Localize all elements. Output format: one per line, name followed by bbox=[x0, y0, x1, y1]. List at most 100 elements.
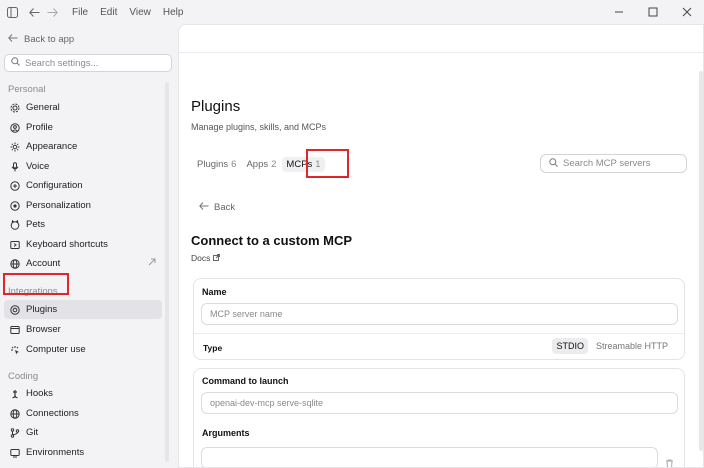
page-subtitle: Manage plugins, skills, and MCPs bbox=[191, 122, 327, 132]
external-link-icon bbox=[148, 258, 156, 269]
gear-icon bbox=[9, 102, 21, 114]
browser-icon bbox=[9, 324, 21, 336]
sidebar-item-label: Personalization bbox=[26, 200, 91, 211]
tab-apps[interactable]: Apps 2 bbox=[246, 159, 276, 170]
globe-icon bbox=[9, 258, 21, 270]
profile-icon bbox=[9, 122, 21, 134]
hook-icon bbox=[9, 388, 21, 400]
panel-header-strip bbox=[179, 25, 703, 53]
sidebar-item-personalization[interactable]: Personalization bbox=[4, 196, 162, 215]
sidebar-item-label: Plugins bbox=[26, 304, 58, 315]
sidebar-scrollbar[interactable] bbox=[165, 82, 169, 462]
sidebar-item-label: Browser bbox=[26, 324, 61, 335]
arrow-left-icon bbox=[199, 202, 209, 213]
sidebar-item-configuration[interactable]: Configuration bbox=[4, 176, 162, 195]
sidebar-item-plugins[interactable]: Plugins bbox=[4, 300, 162, 319]
argument-input[interactable] bbox=[210, 453, 657, 463]
keyboard-icon bbox=[9, 239, 21, 251]
settings-search-input[interactable] bbox=[25, 57, 165, 69]
sidebar-toggle-icon[interactable] bbox=[4, 4, 20, 20]
tab-label: Apps bbox=[246, 159, 269, 170]
sidebar-item-account[interactable]: Account bbox=[4, 254, 162, 273]
menu-view[interactable]: View bbox=[129, 7, 151, 18]
mcp-search bbox=[540, 154, 687, 173]
sidebar-item-connections[interactable]: Connections bbox=[4, 404, 162, 423]
tab-label: Plugins bbox=[197, 159, 229, 170]
plugins-panel: Plugins Manage plugins, skills, and MCPs… bbox=[178, 24, 704, 468]
tab-count: 6 bbox=[231, 159, 237, 170]
sidebar-item-label: Configuration bbox=[26, 180, 83, 191]
sidebar-item-label: Profile bbox=[26, 122, 53, 133]
monitor-icon bbox=[9, 447, 21, 459]
search-icon bbox=[11, 57, 20, 69]
argument-field bbox=[201, 447, 658, 467]
type-option-streamable-http[interactable]: Streamable HTTP bbox=[592, 338, 672, 354]
git-branch-icon bbox=[9, 427, 21, 439]
command-label: Command to launch bbox=[202, 376, 289, 386]
search-icon bbox=[549, 157, 558, 170]
sidebar-item-label: Account bbox=[26, 258, 61, 269]
launch-config-card: Command to launch Arguments bbox=[193, 368, 685, 467]
sidebar-item-general[interactable]: General bbox=[4, 98, 162, 117]
tab-plugins[interactable]: Plugins 6 bbox=[197, 159, 236, 170]
highlight-box-mcps bbox=[306, 149, 349, 178]
server-basics-card: Name Type STDIO Streamable HTTP bbox=[193, 278, 685, 360]
back-label: Back bbox=[214, 202, 236, 213]
sidebar-item-profile[interactable]: Profile bbox=[4, 118, 162, 137]
name-field bbox=[201, 303, 678, 325]
name-label: Name bbox=[202, 287, 227, 297]
command-input[interactable] bbox=[210, 398, 677, 408]
highlight-box-plugins bbox=[3, 273, 69, 295]
menu-help[interactable]: Help bbox=[163, 7, 184, 18]
maximize-button[interactable] bbox=[636, 0, 670, 24]
back-to-app-link[interactable]: Back to app bbox=[8, 34, 74, 45]
tab-count: 2 bbox=[271, 159, 277, 170]
trash-icon[interactable] bbox=[665, 459, 674, 467]
sidebar-item-label: Environments bbox=[26, 447, 85, 458]
back-button[interactable]: Back bbox=[199, 202, 235, 213]
docs-label: Docs bbox=[191, 253, 211, 263]
back-to-app-label: Back to app bbox=[24, 34, 75, 45]
command-field bbox=[201, 392, 678, 414]
sidebar-item-label: Hooks bbox=[26, 388, 53, 399]
personalization-icon bbox=[9, 200, 21, 212]
sidebar-item-keyboard-shortcuts[interactable]: Keyboard shortcuts bbox=[4, 235, 162, 254]
sparkle-cursor-icon bbox=[9, 344, 21, 356]
docs-link[interactable]: Docs bbox=[191, 253, 221, 263]
mcp-search-input[interactable] bbox=[563, 158, 678, 169]
type-label: Type bbox=[203, 343, 223, 353]
sun-icon bbox=[9, 141, 21, 153]
sidebar-item-git[interactable]: Git bbox=[4, 423, 162, 442]
configuration-icon bbox=[9, 180, 21, 192]
microphone-icon bbox=[9, 161, 21, 173]
nav-back-icon[interactable] bbox=[26, 4, 42, 20]
sidebar-item-hooks[interactable]: Hooks bbox=[4, 384, 162, 403]
sidebar-item-voice[interactable]: Voice bbox=[4, 157, 162, 176]
globe-icon bbox=[9, 408, 21, 420]
settings-sidebar: Back to app Personal General Profile App… bbox=[0, 24, 172, 468]
card-divider bbox=[194, 333, 684, 334]
sidebar-item-pets[interactable]: Pets bbox=[4, 215, 162, 234]
sidebar-item-label: Pets bbox=[26, 219, 46, 230]
sidebar-item-appearance[interactable]: Appearance bbox=[4, 137, 162, 156]
title-bar: File Edit View Help bbox=[0, 0, 704, 24]
section-coding: Coding bbox=[8, 371, 39, 382]
arrow-left-icon bbox=[8, 34, 18, 45]
minimize-button[interactable] bbox=[602, 0, 636, 24]
menu-edit[interactable]: Edit bbox=[100, 7, 117, 18]
menu-file[interactable]: File bbox=[72, 7, 88, 18]
name-input[interactable] bbox=[210, 309, 677, 319]
sidebar-item-browser[interactable]: Browser bbox=[4, 320, 162, 339]
close-button[interactable] bbox=[670, 0, 704, 24]
arguments-label: Arguments bbox=[202, 428, 250, 438]
page-title: Plugins bbox=[191, 98, 241, 115]
sidebar-item-computer-use[interactable]: Computer use bbox=[4, 340, 162, 359]
plugin-icon bbox=[9, 304, 21, 316]
section-personal: Personal bbox=[8, 84, 46, 95]
sidebar-item-environments[interactable]: Environments bbox=[4, 443, 162, 462]
nav-forward-icon[interactable] bbox=[44, 4, 60, 20]
sidebar-item-label: General bbox=[26, 102, 60, 113]
type-option-stdio[interactable]: STDIO bbox=[552, 338, 588, 354]
section-heading: Connect to a custom MCP bbox=[191, 233, 353, 248]
main-scrollbar[interactable] bbox=[699, 71, 703, 451]
